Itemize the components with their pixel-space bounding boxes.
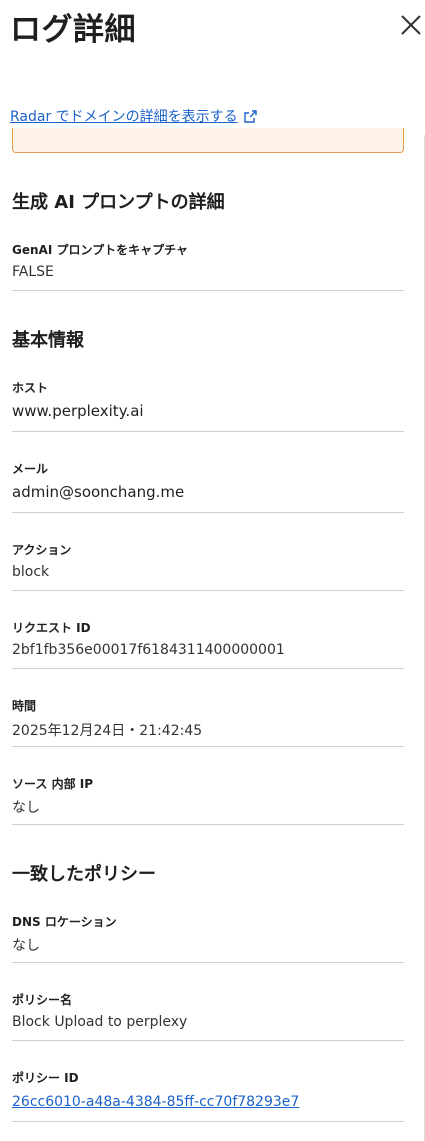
host-value: www.perplexity.ai	[12, 402, 144, 420]
request-id-value: 2bf1fb356e00017f6184311400000001	[12, 642, 285, 658]
divider	[12, 431, 404, 432]
dns-location-label: DNS ロケーション	[12, 915, 117, 929]
policy-name-label: ポリシー名	[12, 993, 73, 1007]
source-ip-value: なし	[12, 800, 40, 816]
dns-location-value: なし	[12, 938, 40, 954]
divider	[12, 746, 404, 747]
close-icon[interactable]	[398, 12, 424, 38]
policy-name-value: Block Upload to perplexy	[12, 1014, 188, 1030]
panel-header: ログ詳細 Radar でドメインの詳細を表示する	[0, 0, 425, 135]
warning-banner	[12, 128, 404, 153]
section-title-policy: 一致したポリシー	[12, 864, 156, 885]
external-link-icon	[243, 109, 257, 123]
page-title: ログ詳細	[10, 12, 136, 48]
email-label: メール	[12, 462, 49, 476]
action-value: block	[12, 564, 50, 580]
divider	[12, 512, 404, 513]
radar-domain-link-label: Radar でドメインの詳細を表示する	[10, 109, 238, 125]
divider	[12, 290, 404, 291]
request-id-label: リクエスト ID	[12, 621, 91, 635]
divider	[12, 824, 404, 825]
genai-capture-label: GenAI プロンプトをキャプチャ	[12, 243, 188, 257]
source-ip-label: ソース 内部 IP	[12, 777, 94, 791]
time-label: 時間	[12, 699, 37, 713]
genai-capture-value: FALSE	[12, 264, 54, 280]
section-title-basic: 基本情報	[12, 330, 84, 351]
email-value: admin@soonchang.me	[12, 483, 185, 501]
section-title-genai: 生成 AI プロンプトの詳細	[12, 192, 225, 213]
time-value: 2025年12月24日・21:42:45	[12, 723, 203, 739]
divider	[12, 668, 404, 669]
divider	[12, 1121, 404, 1122]
divider	[12, 1040, 404, 1041]
divider	[12, 962, 404, 963]
host-label: ホスト	[12, 381, 49, 395]
divider	[12, 590, 404, 591]
radar-domain-link[interactable]: Radar でドメインの詳細を表示する	[10, 106, 257, 126]
policy-id-label: ポリシー ID	[12, 1071, 79, 1085]
action-label: アクション	[12, 543, 72, 557]
policy-id-link[interactable]: 26cc6010-a48a-4384-85ff-cc70f78293e7	[12, 1094, 299, 1110]
